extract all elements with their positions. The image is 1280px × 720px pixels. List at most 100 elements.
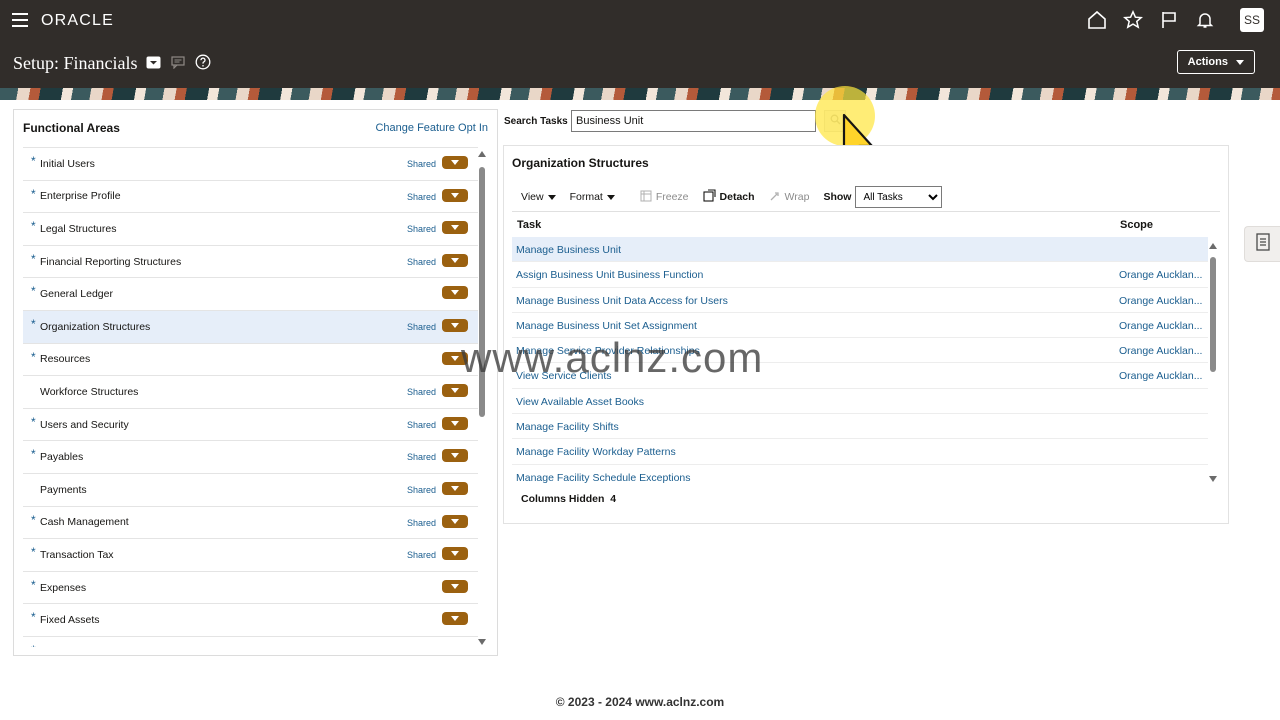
search-tasks-input[interactable]: [571, 110, 816, 132]
shared-badge[interactable]: Shared: [407, 550, 436, 560]
task-row[interactable]: Manage Facility Shifts: [512, 414, 1208, 440]
functional-area-label[interactable]: Transaction Tax: [40, 549, 114, 561]
area-actions-dropdown-icon[interactable]: [442, 481, 468, 495]
area-actions-dropdown-icon[interactable]: [442, 156, 468, 169]
area-actions-dropdown-icon[interactable]: [442, 286, 468, 300]
area-actions-dropdown-icon[interactable]: [442, 547, 468, 561]
oracle-logo[interactable]: ORACLE: [41, 12, 114, 30]
home-icon[interactable]: [1086, 9, 1108, 31]
wrap-button[interactable]: Wrap: [769, 190, 809, 205]
shared-badge[interactable]: Shared: [407, 322, 436, 332]
actions-menu-button[interactable]: Actions: [1176, 50, 1255, 74]
task-row[interactable]: Manage Facility Schedule Exceptions: [512, 465, 1208, 484]
functional-area-item[interactable]: Payments Shared: [23, 472, 478, 506]
functional-area-item[interactable]: Workforce Structures Shared: [23, 375, 478, 408]
task-row[interactable]: Assign Business Unit Business Function Or…: [512, 262, 1208, 288]
format-menu[interactable]: Format: [570, 191, 615, 203]
shared-badge[interactable]: Shared: [407, 387, 436, 397]
favorites-star-icon[interactable]: [1122, 9, 1144, 31]
functional-area-label[interactable]: Financial Reporting Structures: [40, 256, 181, 268]
change-feature-opt-in-link[interactable]: Change Feature Opt In: [375, 122, 488, 134]
shared-badge[interactable]: Shared: [407, 192, 436, 202]
scope-link[interactable]: Orange Aucklan...: [1119, 320, 1203, 332]
area-actions-dropdown-icon[interactable]: [442, 416, 468, 430]
column-header-scope[interactable]: Scope: [1120, 219, 1153, 231]
detach-button[interactable]: Detach: [702, 189, 755, 205]
show-tasks-select[interactable]: All Tasks: [855, 186, 943, 208]
user-avatar[interactable]: SS: [1240, 8, 1264, 32]
help-icon[interactable]: [195, 54, 211, 75]
functional-area-label[interactable]: Workforce Structures: [40, 386, 138, 398]
task-link[interactable]: Assign Business Unit Business Function: [516, 269, 703, 281]
task-link[interactable]: Manage Facility Workday Patterns: [516, 446, 676, 458]
scroll-up-icon[interactable]: [1209, 243, 1217, 249]
scroll-down-icon[interactable]: [1209, 476, 1217, 482]
area-actions-dropdown-icon[interactable]: [442, 612, 468, 626]
task-link[interactable]: Manage Business Unit: [516, 244, 621, 256]
functional-areas-scrollbar[interactable]: [478, 151, 486, 645]
functional-area-item[interactable]: * Financial Reporting Structures Shared: [23, 244, 478, 278]
navigator-menu-icon[interactable]: [12, 13, 28, 27]
functional-area-label[interactable]: Expenses: [40, 582, 86, 594]
view-menu[interactable]: View: [521, 191, 556, 203]
functional-area-item[interactable]: * Cash Management Shared: [23, 505, 478, 539]
column-header-task[interactable]: Task: [517, 219, 541, 231]
shared-badge[interactable]: Shared: [407, 452, 436, 462]
task-link[interactable]: View Available Asset Books: [516, 396, 644, 408]
shared-badge[interactable]: Shared: [407, 485, 436, 495]
area-actions-dropdown-icon[interactable]: [442, 579, 468, 593]
comments-icon[interactable]: [171, 55, 185, 74]
functional-area-item[interactable]: * Users and Security Shared: [23, 407, 478, 441]
area-actions-dropdown-icon[interactable]: [442, 384, 468, 398]
functional-area-item[interactable]: * Enterprise Profile Shared: [23, 179, 478, 213]
functional-area-item[interactable]: *: [23, 635, 478, 647]
contextual-pane-tab[interactable]: [1244, 226, 1280, 262]
functional-area-label[interactable]: Initial Users: [40, 158, 95, 170]
scope-link[interactable]: Orange Aucklan...: [1119, 345, 1203, 357]
functional-area-label[interactable]: Users and Security: [40, 419, 129, 431]
functional-area-item[interactable]: * Initial Users Shared: [23, 147, 478, 180]
offering-dropdown-icon[interactable]: [146, 56, 161, 74]
scope-link[interactable]: Orange Aucklan...: [1119, 295, 1203, 307]
area-actions-dropdown-icon[interactable]: [442, 514, 468, 528]
functional-area-label[interactable]: Fixed Assets: [40, 614, 100, 626]
shared-badge[interactable]: Shared: [407, 518, 436, 528]
functional-area-item[interactable]: * Transaction Tax Shared: [23, 538, 478, 571]
functional-area-item[interactable]: * Payables Shared: [23, 440, 478, 473]
task-link[interactable]: Manage Business Unit Set Assignment: [516, 320, 697, 332]
scroll-down-icon[interactable]: [478, 639, 486, 645]
freeze-button[interactable]: Freeze: [640, 190, 689, 205]
functional-area-label[interactable]: Resources: [40, 353, 90, 365]
scope-link[interactable]: Orange Aucklan...: [1119, 269, 1203, 281]
area-actions-dropdown-icon[interactable]: [442, 188, 468, 202]
functional-area-item[interactable]: * Fixed Assets: [23, 603, 478, 636]
functional-area-item[interactable]: * Expenses: [23, 570, 478, 604]
functional-area-item[interactable]: * Legal Structures Shared: [23, 212, 478, 245]
task-link[interactable]: Manage Facility Shifts: [516, 421, 619, 433]
area-actions-dropdown-icon[interactable]: [442, 253, 468, 267]
task-link[interactable]: Manage Facility Schedule Exceptions: [516, 472, 691, 484]
task-row[interactable]: Manage Business Unit Data Access for Use…: [512, 288, 1208, 313]
functional-area-label[interactable]: Cash Management: [40, 516, 129, 528]
functional-area-label[interactable]: General Ledger: [40, 288, 113, 300]
area-actions-dropdown-icon[interactable]: [442, 449, 468, 463]
functional-area-label[interactable]: Payments: [40, 484, 87, 496]
area-actions-dropdown-icon[interactable]: [442, 318, 468, 332]
area-actions-dropdown-icon[interactable]: [442, 221, 468, 235]
scrollbar-thumb[interactable]: [1210, 257, 1216, 372]
scope-link[interactable]: Orange Aucklan...: [1119, 370, 1203, 382]
functional-area-label[interactable]: Payables: [40, 451, 83, 463]
functional-area-label[interactable]: Enterprise Profile: [40, 190, 121, 202]
shared-badge[interactable]: Shared: [407, 257, 436, 267]
shared-badge[interactable]: Shared: [407, 224, 436, 234]
scroll-up-icon[interactable]: [478, 151, 486, 157]
notifications-bell-icon[interactable]: [1194, 9, 1216, 31]
task-row[interactable]: Manage Business Unit: [512, 237, 1208, 263]
shared-badge[interactable]: Shared: [407, 159, 436, 169]
task-row[interactable]: Manage Facility Workday Patterns: [512, 439, 1208, 465]
functional-area-item[interactable]: * Organization Structures Shared: [23, 309, 478, 343]
task-table-scrollbar[interactable]: [1209, 243, 1217, 482]
task-link[interactable]: Manage Business Unit Data Access for Use…: [516, 295, 728, 307]
functional-area-item[interactable]: * General Ledger: [23, 277, 478, 310]
functional-area-label[interactable]: Legal Structures: [40, 223, 116, 235]
